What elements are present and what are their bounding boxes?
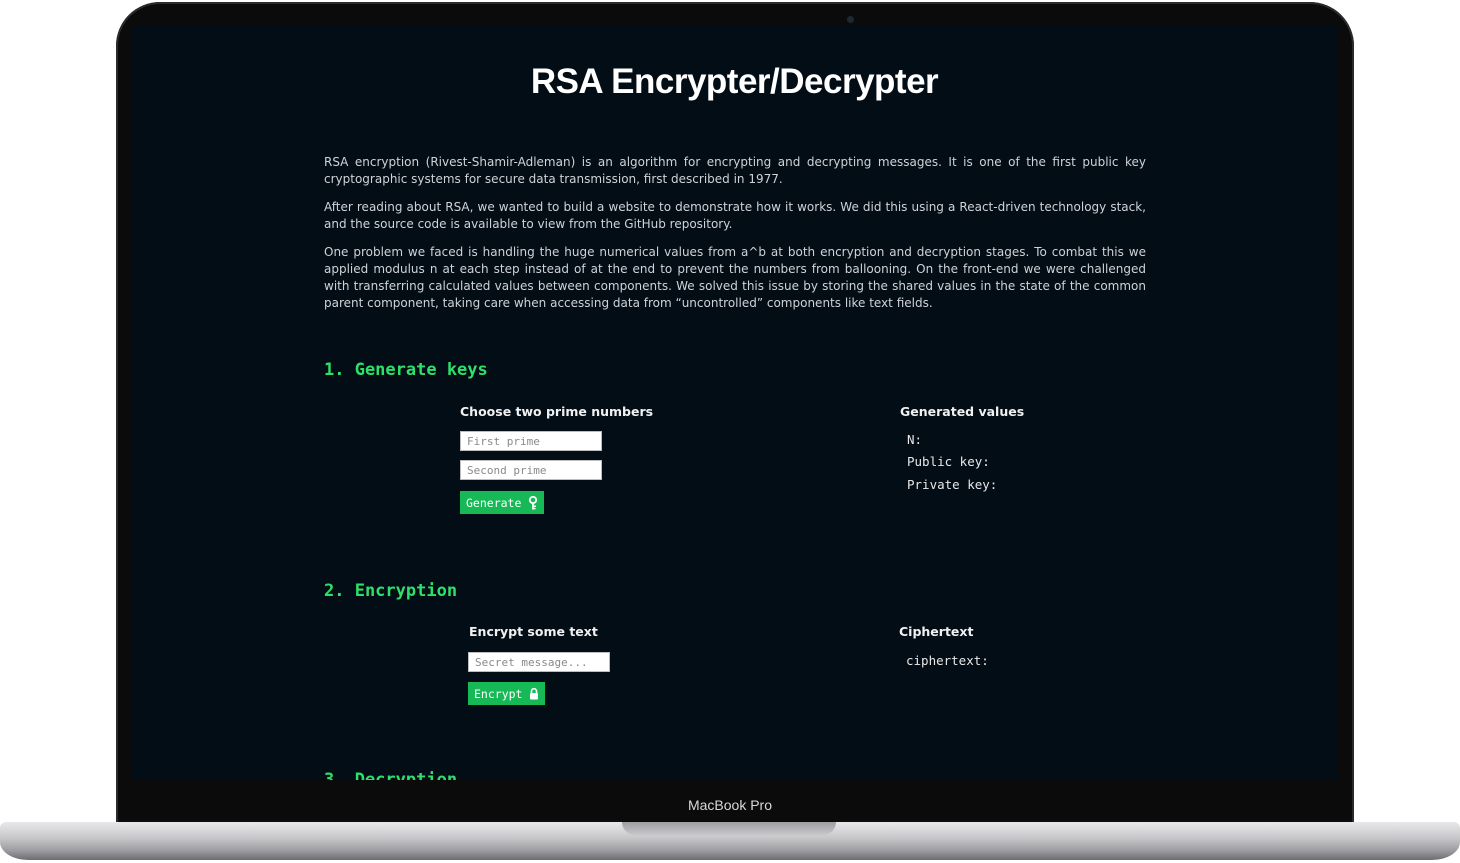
encrypt-button[interactable]: Encrypt bbox=[468, 682, 546, 705]
device-model-label: MacBook Pro bbox=[687, 797, 773, 813]
generated-values-label: Generated values bbox=[900, 404, 1025, 419]
encrypt-button-label: Encrypt bbox=[474, 686, 523, 701]
section-heading-generate-keys: 1. Generate keys bbox=[324, 360, 488, 380]
public-key-value: Public key: bbox=[907, 454, 990, 469]
second-prime-input[interactable] bbox=[460, 460, 602, 480]
secret-message-input[interactable] bbox=[468, 652, 610, 672]
key-icon bbox=[528, 495, 538, 510]
section-heading-encryption: 2. Encryption bbox=[324, 581, 458, 601]
macbook-mockup: RSA Encrypter/Decrypter RSA encryption (… bbox=[0, 0, 1460, 863]
intro-text: RSA encryption (Rivest-Shamir-Adleman) i… bbox=[324, 154, 1146, 323]
prime-numbers-label: Choose two prime numbers bbox=[460, 404, 654, 419]
ciphertext-label: Ciphertext bbox=[899, 624, 974, 639]
ciphertext-value: ciphertext: bbox=[906, 653, 989, 668]
camera-dot bbox=[847, 16, 854, 23]
page-title: RSA Encrypter/Decrypter bbox=[530, 62, 939, 101]
private-key-value: Private key: bbox=[907, 477, 998, 492]
generate-button-label: Generate bbox=[466, 495, 522, 510]
intro-paragraph: One problem we faced is handling the hug… bbox=[324, 245, 1146, 310]
intro-paragraph: After reading about RSA, we wanted to bu… bbox=[324, 200, 1146, 231]
n-value: N: bbox=[907, 432, 923, 447]
first-prime-input[interactable] bbox=[460, 431, 602, 451]
encrypt-text-label: Encrypt some text bbox=[469, 624, 598, 639]
lock-icon bbox=[529, 687, 539, 701]
laptop-hinge-notch bbox=[622, 822, 836, 835]
generate-button[interactable]: Generate bbox=[460, 491, 545, 514]
intro-paragraph: RSA encryption (Rivest-Shamir-Adleman) i… bbox=[324, 155, 1146, 186]
screen: RSA Encrypter/Decrypter RSA encryption (… bbox=[132, 26, 1337, 780]
section-heading-decryption: 3. Decryption bbox=[324, 770, 458, 780]
